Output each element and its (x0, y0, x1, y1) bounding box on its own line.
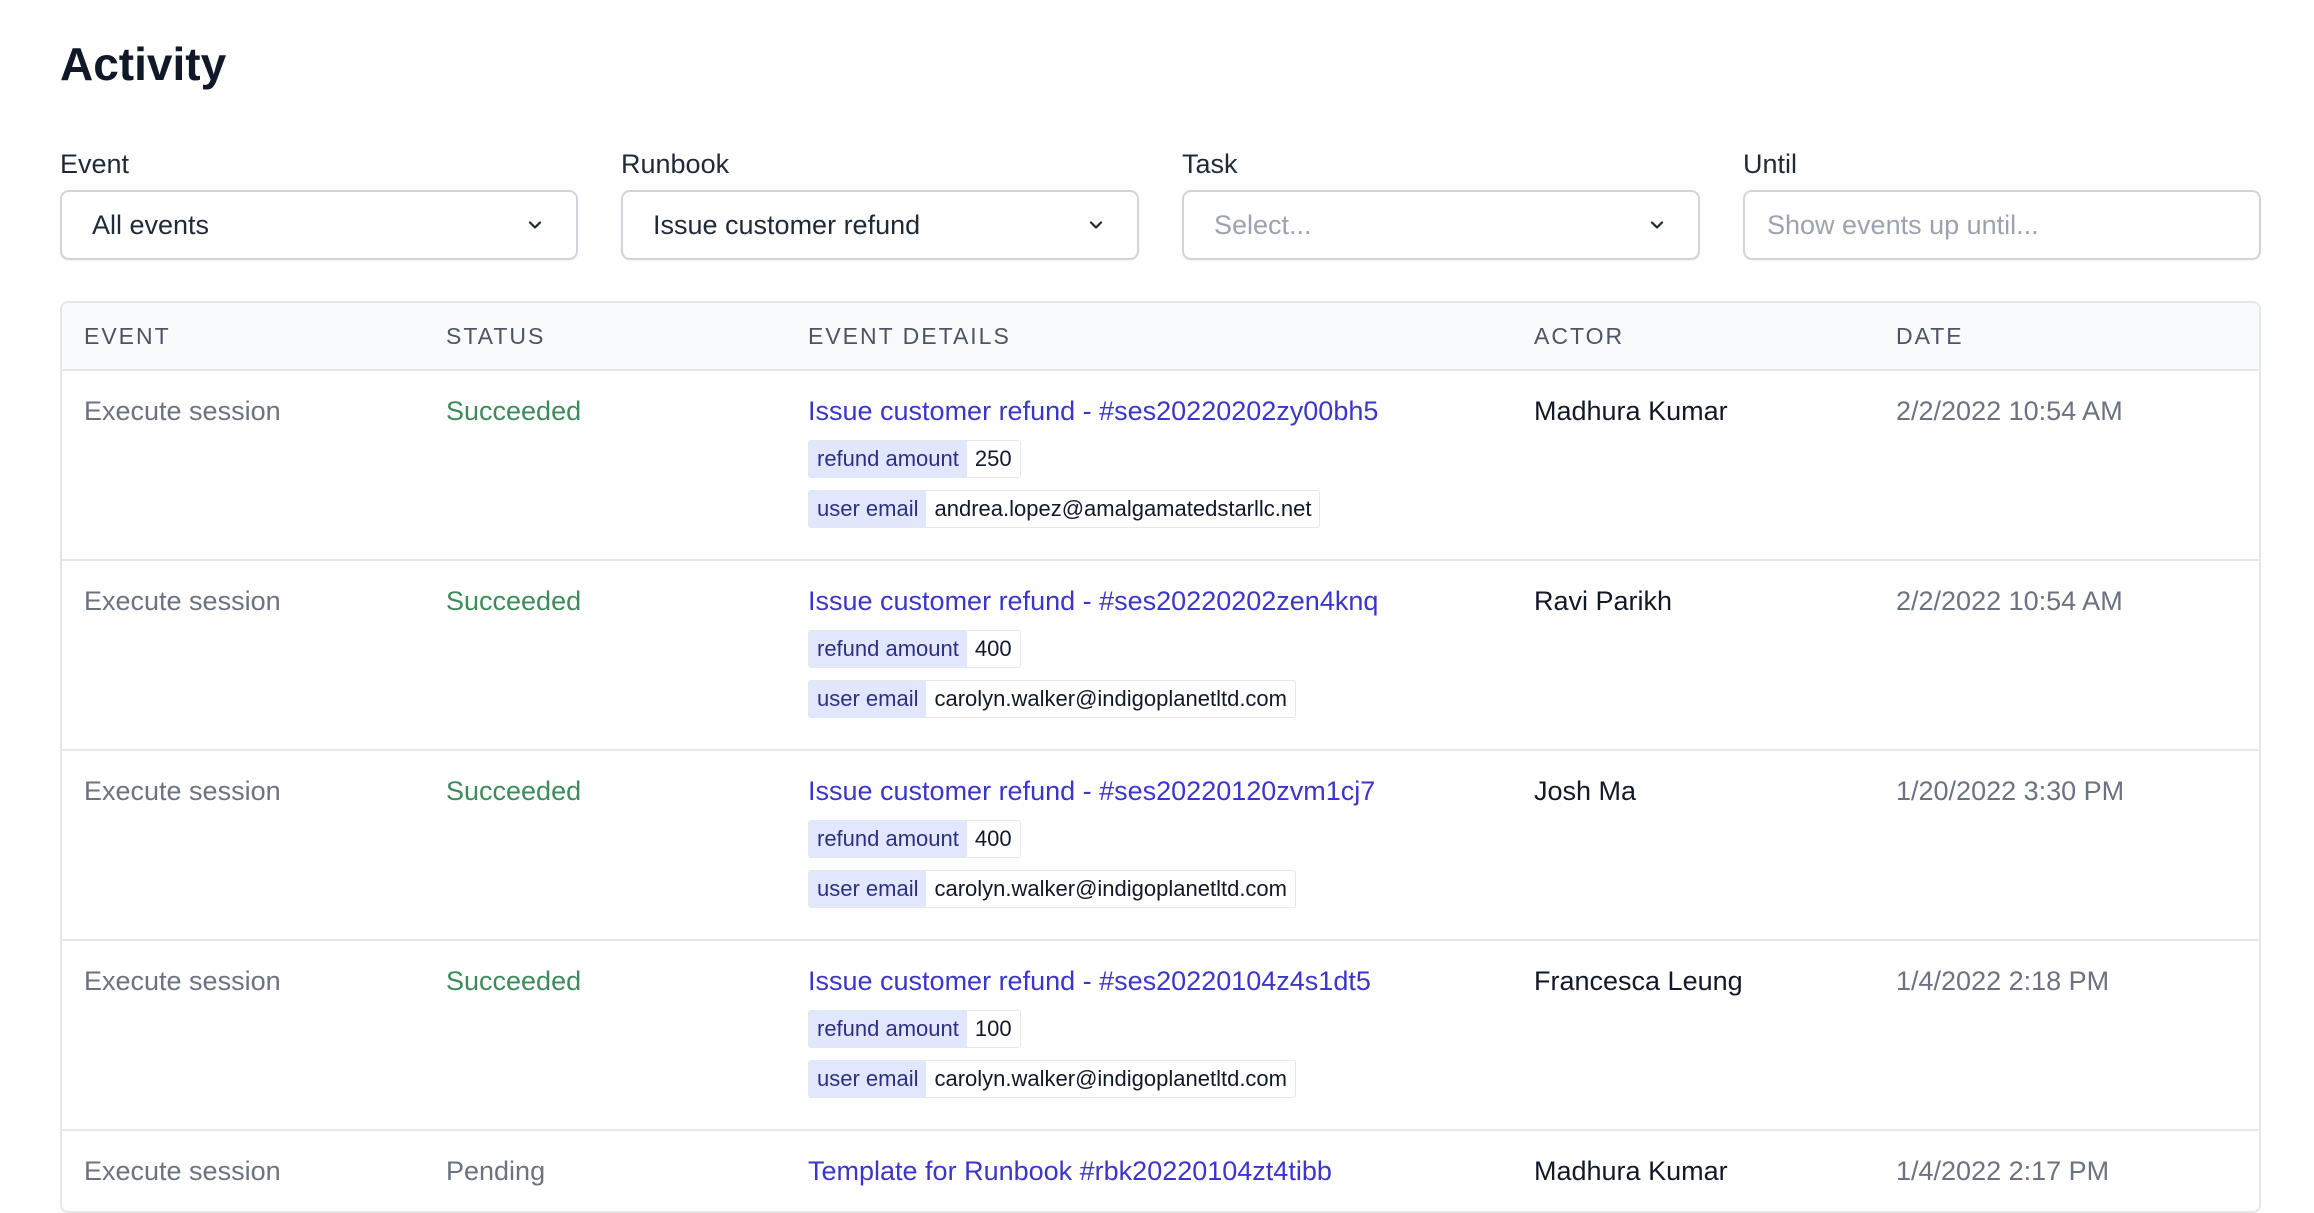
param-tag: refund amount 250 (808, 440, 1021, 478)
column-header-event-details: EVENT DETAILS (786, 303, 1512, 371)
runbook-template-link[interactable]: Template for Runbook #rbk20220104zt4tibb (808, 1156, 1332, 1186)
column-header-status: STATUS (424, 303, 786, 371)
date-cell: 1/20/2022 3:30 PM (1874, 750, 2259, 941)
session-link[interactable]: Issue customer refund - #ses20220202zen4… (808, 586, 1378, 616)
actor-cell: Madhura Kumar (1534, 1156, 1728, 1186)
task-filter: Task Select... (1182, 146, 1700, 260)
session-params: refund amount 400 user email carolyn.walke… (808, 819, 1490, 919)
event-select-value: All events (92, 209, 210, 240)
param-value: 400 (966, 821, 1020, 857)
table-row: Execute session Succeeded Issue customer… (62, 370, 2259, 561)
event-cell: Execute session (84, 1156, 281, 1186)
event-details-cell: Template for Runbook #rbk20220104zt4tibb (786, 1130, 1512, 1211)
event-filter: Event All events (60, 146, 578, 260)
date-cell: 2/2/2022 10:54 AM (1874, 370, 2259, 561)
until-filter-label: Until (1743, 149, 1798, 179)
task-select-placeholder: Select... (1214, 209, 1312, 240)
runbook-filter: Runbook Issue customer refund (621, 146, 1139, 260)
session-params: refund amount 400 user email carolyn.walke… (808, 629, 1490, 729)
task-select[interactable]: Select... (1182, 190, 1700, 260)
param-value: carolyn.walker@indigoplanetltd.com (926, 681, 1295, 717)
param-tag: refund amount 100 (808, 1010, 1021, 1048)
session-link[interactable]: Issue customer refund - #ses20220120zvm1… (808, 776, 1375, 806)
param-value: carolyn.walker@indigoplanetltd.com (926, 871, 1295, 907)
status-cell: Succeeded (424, 370, 786, 561)
param-key: refund amount (809, 1011, 967, 1047)
param-tag: refund amount 400 (808, 630, 1021, 668)
param-key: user email (809, 681, 927, 717)
table-row: Execute session Succeeded Issue customer… (62, 940, 2259, 1131)
runbook-filter-label: Runbook (621, 149, 730, 179)
runbook-select[interactable]: Issue customer refund (621, 190, 1139, 260)
until-filter: Until (1743, 146, 2261, 260)
event-select[interactable]: All events (60, 190, 578, 260)
actor-cell: Josh Ma (1512, 750, 1874, 941)
event-details-cell: Issue customer refund - #ses20220120zvm1… (786, 750, 1512, 941)
session-params: refund amount 250 user email andrea.lopez@… (808, 439, 1490, 539)
table-row: Execute session Pending Template for Run… (62, 1130, 2259, 1211)
until-input[interactable] (1743, 190, 2261, 260)
param-key: refund amount (809, 821, 967, 857)
chevron-down-icon (524, 214, 546, 236)
param-tag: user email andrea.lopez@amalgamatedstarll… (808, 490, 1321, 528)
date-cell: 2/2/2022 10:54 AM (1874, 560, 2259, 751)
chevron-down-icon (1085, 214, 1107, 236)
param-tag: user email carolyn.walker@indigoplanetltd… (808, 870, 1296, 908)
task-filter-label: Task (1182, 149, 1238, 179)
date-cell: 1/4/2022 2:18 PM (1874, 940, 2259, 1131)
param-value: carolyn.walker@indigoplanetltd.com (926, 1061, 1295, 1097)
event-cell: Execute session (62, 750, 424, 941)
event-cell: Execute session (62, 560, 424, 751)
param-key: refund amount (809, 631, 967, 667)
activity-table: EVENT STATUS EVENT DETAILS ACTOR DATE Ex… (60, 301, 2261, 1213)
param-tag: user email carolyn.walker@indigoplanetltd… (808, 1060, 1296, 1098)
column-header-actor: ACTOR (1512, 303, 1874, 371)
status-cell: Succeeded (424, 560, 786, 751)
session-link[interactable]: Issue customer refund - #ses20220104z4s1… (808, 966, 1371, 996)
runbook-select-value: Issue customer refund (653, 209, 921, 240)
event-cell: Execute session (62, 940, 424, 1131)
column-header-event: EVENT (62, 303, 424, 371)
event-details-cell: Issue customer refund - #ses20220202zen4… (786, 560, 1512, 751)
param-value: 400 (966, 631, 1020, 667)
param-key: user email (809, 491, 927, 527)
date-cell: 1/4/2022 2:17 PM (1896, 1156, 2110, 1186)
param-key: user email (809, 1061, 927, 1097)
chevron-down-icon (1646, 214, 1668, 236)
status-cell: Succeeded (424, 940, 786, 1131)
param-value: andrea.lopez@amalgamatedstarllc.net (926, 491, 1320, 527)
event-cell: Execute session (62, 370, 424, 561)
param-key: user email (809, 871, 927, 907)
event-details-cell: Issue customer refund - #ses20220202zy00… (786, 370, 1512, 561)
table-header-row: EVENT STATUS EVENT DETAILS ACTOR DATE (62, 303, 2259, 371)
filters-bar: Event All events Runbook Issue customer … (60, 146, 2261, 260)
event-details-cell: Issue customer refund - #ses20220104z4s1… (786, 940, 1512, 1131)
page-title: Activity (60, 38, 227, 90)
table-row: Execute session Succeeded Issue customer… (62, 750, 2259, 941)
param-value: 100 (966, 1011, 1020, 1047)
column-header-date: DATE (1874, 303, 2259, 371)
param-value: 250 (966, 441, 1020, 477)
table-row: Execute session Succeeded Issue customer… (62, 560, 2259, 751)
param-tag: user email carolyn.walker@indigoplanetltd… (808, 680, 1296, 718)
actor-cell: Ravi Parikh (1512, 560, 1874, 751)
param-key: refund amount (809, 441, 967, 477)
status-cell: Succeeded (424, 750, 786, 941)
status-cell: Pending (446, 1156, 546, 1186)
actor-cell: Francesca Leung (1512, 940, 1874, 1131)
param-tag: refund amount 400 (808, 820, 1021, 858)
event-filter-label: Event (60, 149, 130, 179)
actor-cell: Madhura Kumar (1512, 370, 1874, 561)
session-link[interactable]: Issue customer refund - #ses20220202zy00… (808, 396, 1378, 426)
session-params: refund amount 100 user email carolyn.walke… (808, 1009, 1490, 1109)
